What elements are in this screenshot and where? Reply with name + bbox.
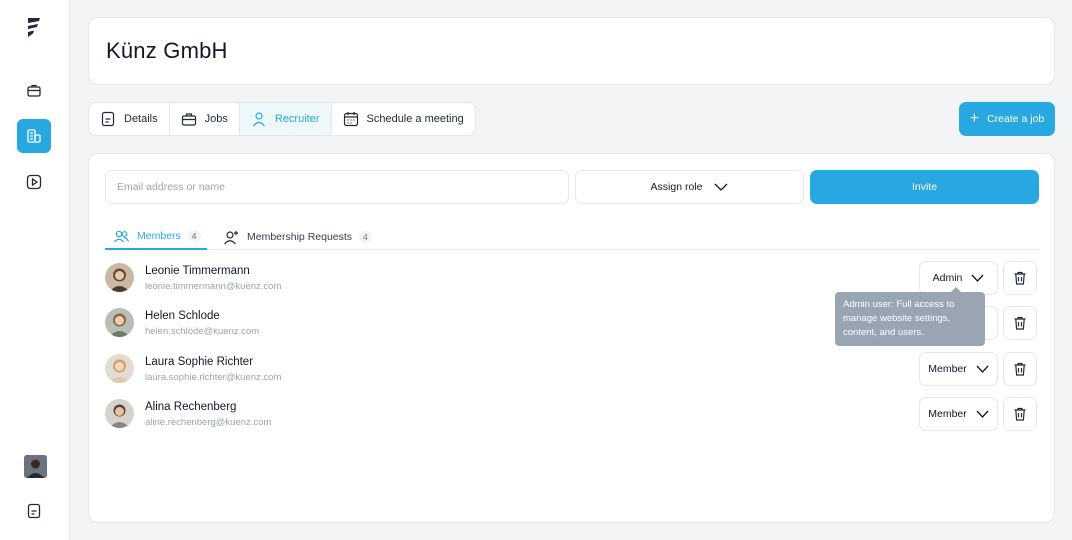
play-icon	[26, 174, 42, 190]
trash-icon	[1014, 407, 1026, 421]
chevron-down-icon	[976, 365, 989, 373]
building-icon	[27, 129, 41, 143]
member-subtabs: Members 4 Membership Requests 4	[105, 224, 1039, 250]
chevron-down-icon	[976, 410, 989, 418]
delete-member-button[interactable]	[1003, 306, 1037, 340]
subtab-label: Members	[137, 230, 181, 242]
delete-member-button[interactable]	[1003, 261, 1037, 295]
avatar	[105, 263, 134, 292]
members-count-badge: 4	[187, 230, 201, 242]
member-row: Alina Rechenberg aline.rechenberg@kuenz.…	[105, 397, 1039, 431]
member-name: Helen Schlode	[145, 310, 220, 322]
member-email: helen.schlode@kuenz.com	[145, 326, 260, 337]
tab-label: Details	[124, 113, 158, 125]
tab-recruiter[interactable]: Recruiter	[239, 103, 332, 135]
chevron-down-icon	[971, 274, 984, 282]
tab-label: Schedule a meeting	[366, 113, 464, 125]
tab-jobs[interactable]: Jobs	[170, 103, 240, 135]
member-email: leonie.timmermann@kuenz.com	[145, 281, 282, 292]
assign-role-label: Assign role	[650, 181, 703, 193]
role-label: Member	[928, 363, 967, 375]
document-icon	[27, 503, 41, 519]
company-header: Künz GmbH	[88, 17, 1055, 85]
sidebar	[0, 0, 70, 540]
delete-member-button[interactable]	[1003, 352, 1037, 386]
sidebar-item-documents[interactable]	[17, 494, 51, 528]
subtab-members[interactable]: Members 4	[105, 224, 207, 250]
user-add-icon	[224, 230, 238, 244]
sidebar-item-companies[interactable]	[17, 119, 51, 153]
document-icon	[101, 111, 115, 127]
users-icon	[114, 230, 130, 242]
tab-label: Recruiter	[274, 113, 320, 125]
invite-button[interactable]: Invite	[810, 170, 1039, 204]
chevron-down-icon	[715, 183, 728, 191]
subtab-membership-requests[interactable]: Membership Requests 4	[223, 224, 372, 250]
user-avatar[interactable]	[24, 455, 47, 478]
app-logo[interactable]	[24, 16, 44, 40]
invite-label: Invite	[911, 181, 938, 193]
member-email: laura.sophie.richter@kuenz.com	[145, 372, 282, 383]
avatar	[105, 399, 134, 428]
sidebar-item-jobs[interactable]	[17, 73, 51, 107]
role-dropdown[interactable]: Member	[919, 397, 998, 431]
member-row: Laura Sophie Richter laura.sophie.richte…	[105, 352, 1039, 386]
role-label: Admin	[932, 272, 963, 284]
user-icon	[252, 112, 265, 127]
trash-icon	[1014, 362, 1026, 376]
trash-icon	[1014, 316, 1026, 330]
delete-member-button[interactable]	[1003, 397, 1037, 431]
calendar-icon	[343, 112, 358, 127]
trash-icon	[1014, 271, 1026, 285]
avatar	[105, 354, 134, 383]
sidebar-item-videos[interactable]	[17, 165, 51, 199]
page-title: Künz GmbH	[106, 38, 228, 63]
assign-role-dropdown[interactable]: Assign role	[575, 170, 804, 204]
role-tooltip: Admin user: Full access to manage websit…	[835, 287, 985, 346]
create-job-label: Create a job	[987, 113, 1045, 125]
plus-icon: +	[969, 110, 980, 127]
briefcase-icon	[27, 84, 41, 97]
tab-schedule-meeting[interactable]: Schedule a meeting	[332, 103, 475, 135]
member-email: aline.rechenberg@kuenz.com	[145, 417, 272, 428]
tab-label: Jobs	[204, 113, 228, 125]
requests-count-badge: 4	[359, 231, 372, 243]
role-dropdown[interactable]: Member	[919, 352, 998, 386]
email-or-name-input[interactable]	[105, 170, 569, 204]
briefcase-icon	[181, 113, 196, 126]
subtab-label: Membership Requests	[247, 231, 353, 243]
member-name: Alina Rechenberg	[145, 401, 237, 413]
role-label: Member	[928, 408, 967, 420]
tab-details[interactable]: Details	[89, 103, 170, 135]
create-job-button[interactable]: + Create a job	[959, 102, 1055, 136]
member-name: Leonie Timmermann	[145, 265, 250, 277]
tab-bar: Details Jobs Recruiter Schedule a meetin…	[88, 102, 476, 136]
avatar	[105, 308, 134, 337]
member-name: Laura Sophie Richter	[145, 356, 254, 368]
member-row: Leonie Timmermann leonie.timmermann@kuen…	[105, 261, 1039, 295]
